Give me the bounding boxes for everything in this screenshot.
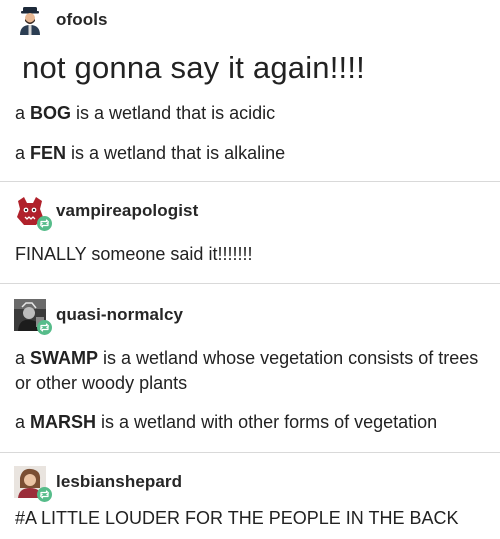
article-text: a — [15, 103, 31, 123]
post-text-line: a MARSH is a wetland with other forms of… — [15, 410, 485, 435]
article-text: a — [15, 143, 31, 163]
term-bold: BOG — [30, 103, 72, 123]
avatar[interactable] — [14, 195, 52, 231]
definition-text: is a wetland that is alkaline — [66, 143, 286, 163]
avatar[interactable] — [14, 4, 46, 36]
term-bold: SWAMP — [30, 348, 99, 368]
avatar[interactable] — [14, 466, 52, 502]
post-header-lesbianshepard: lesbianshepard — [14, 466, 182, 502]
reblog-icon — [37, 216, 52, 231]
post-header-vampireapologist: vampireapologist — [14, 195, 198, 231]
avatar[interactable] — [14, 299, 52, 335]
article-text: a — [15, 412, 31, 432]
definition-text: is a wetland with other forms of vegetat… — [96, 412, 438, 432]
term-bold: MARSH — [30, 412, 97, 432]
tumblr-post-thread: ofools not gonna say it again!!!! a BOG … — [0, 0, 500, 539]
username[interactable]: ofools — [56, 10, 108, 30]
post-tag[interactable]: #A LITTLE LOUDER FOR THE PEOPLE IN THE B… — [15, 508, 458, 529]
post-header-ofools: ofools — [14, 4, 108, 36]
person-with-hat-icon — [14, 4, 46, 36]
post-text-line: a FEN is a wetland that is alkaline — [15, 141, 485, 166]
term-bold: FEN — [30, 143, 67, 163]
divider — [0, 283, 500, 284]
article-text: a — [15, 348, 31, 368]
username[interactable]: quasi-normalcy — [56, 305, 183, 325]
reblog-icon — [37, 320, 52, 335]
reblog-icon — [37, 487, 52, 502]
divider — [0, 181, 500, 182]
post-text-line: a SWAMP is a wetland whose vegetation co… — [15, 346, 485, 396]
post-title: not gonna say it again!!!! — [22, 50, 365, 85]
post-text: FINALLY someone said it!!!!!!! — [15, 244, 253, 264]
post-header-quasi-normalcy: quasi-normalcy — [14, 299, 183, 335]
definition-text: is a wetland that is acidic — [71, 103, 276, 123]
username[interactable]: vampireapologist — [56, 201, 198, 221]
post-text-line: a BOG is a wetland that is acidic — [15, 101, 485, 126]
username[interactable]: lesbianshepard — [56, 472, 182, 492]
divider — [0, 452, 500, 453]
